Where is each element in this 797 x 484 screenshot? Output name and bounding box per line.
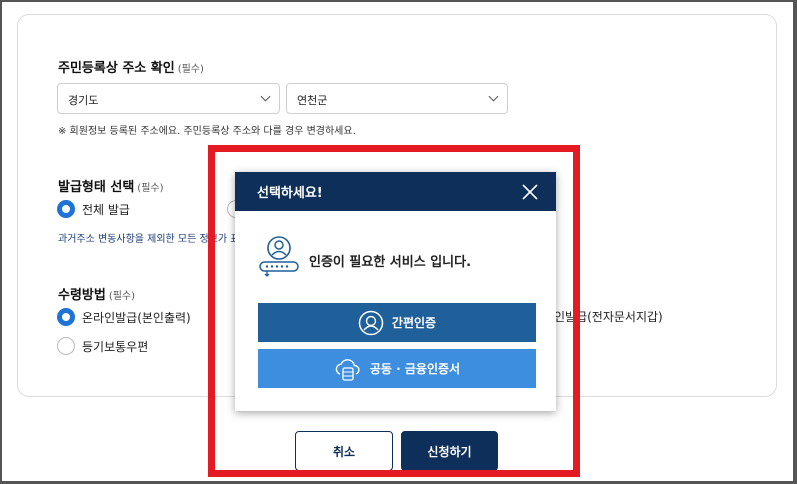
radio-issue-full-label: 전체 발급 [82, 202, 130, 217]
radio-unselected-icon[interactable] [57, 337, 75, 355]
certificate-auth-button[interactable]: 공동 · 금융인증서 [258, 349, 536, 388]
receive-title-label: 수령방법 [58, 288, 106, 303]
modal-title: 선택하세요! [257, 186, 323, 201]
radio-receive-mail-label: 등기보통우편 [82, 339, 149, 354]
radio-receive-online-label: 온라인발급(본인출력) [82, 310, 191, 325]
required-mark: (필수) [137, 183, 164, 194]
address-section-title: 주민등록상 주소 확인 (필수) [58, 57, 204, 76]
receive-section-title: 수령방법 (필수) [58, 284, 135, 303]
city-select[interactable]: 연천군 [286, 83, 508, 114]
simple-auth-label: 간편인증 [391, 316, 437, 330]
close-icon[interactable] [520, 182, 540, 202]
radio-receive-mail[interactable]: 등기보통우편 [57, 337, 148, 355]
issue-type-section-title: 발급형태 선택 (필수) [58, 176, 164, 195]
chevron-down-icon [260, 91, 271, 102]
province-select-value: 경기도 [68, 94, 99, 107]
city-select-value: 연천군 [297, 94, 328, 107]
required-mark: (필수) [108, 291, 136, 302]
modal-header: 선택하세요! [235, 172, 556, 211]
radio-receive-online[interactable]: 온라인발급(본인출력) [57, 308, 191, 326]
radio-selected-icon[interactable] [57, 200, 75, 218]
radio-issue-full[interactable]: 전체 발급 [57, 200, 130, 218]
issue-type-title-label: 발급형태 선택 [58, 180, 135, 195]
simple-auth-button[interactable]: 간편인증 [258, 303, 536, 342]
user-circle-icon [358, 310, 384, 335]
address-note: ※ 회원정보 등록된 주소에요. 주민등록상 주소와 다를 경우 변경하세요. [58, 126, 356, 137]
certificate-auth-label: 공동 · 금융인증서 [369, 362, 461, 376]
modal-message: 인증이 필요한 서비스 입니다. [309, 255, 472, 270]
address-title-label: 주민등록상 주소 확인 [58, 61, 175, 76]
auth-user-icon [259, 236, 299, 277]
cloud-server-icon [335, 358, 360, 381]
province-select[interactable]: 경기도 [57, 83, 280, 114]
chevron-down-icon [488, 91, 499, 102]
required-mark: (필수) [177, 64, 204, 75]
auth-select-modal: 선택하세요! 인증이 필요한 서비스 입니다. 간편인증 공동 · 금융인증서 [235, 172, 556, 411]
radio-selected-icon[interactable] [57, 308, 75, 326]
